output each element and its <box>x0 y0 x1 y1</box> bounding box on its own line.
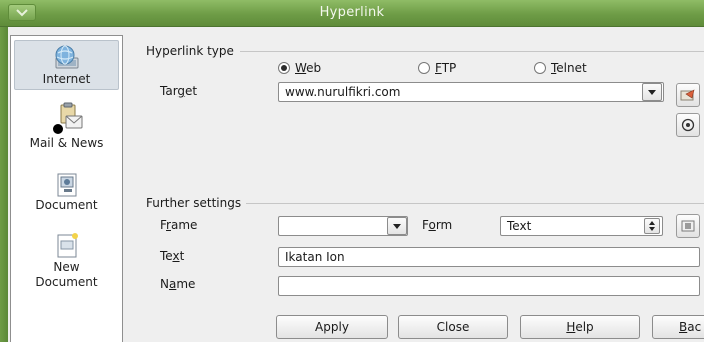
hyperlink-type-sidebar: Internet Mail & News Document New Docume… <box>10 35 123 342</box>
help-button[interactable]: Help <box>520 315 640 339</box>
document-target-icon <box>57 173 76 197</box>
name-input[interactable] <box>278 276 700 296</box>
target-dropdown-button[interactable] <box>642 83 662 101</box>
section-divider <box>246 203 704 204</box>
sidebar-item-document[interactable]: Document <box>14 172 119 220</box>
target-in-document-button[interactable] <box>676 113 700 137</box>
mail-clipboard-icon <box>52 102 82 134</box>
ftp-radio-label: FTP <box>435 61 457 75</box>
browse-web-icon <box>680 89 695 101</box>
hyperlink-type-section-label: Hyperlink type <box>146 44 234 58</box>
further-settings-section-label: Further settings <box>146 196 242 210</box>
text-input[interactable]: Ikatan Ion <box>278 247 700 267</box>
window-title: Hyperlink <box>319 5 385 20</box>
telnet-radio[interactable]: Telnet <box>534 61 587 75</box>
new-document-icon <box>57 233 78 258</box>
window-frame-left <box>0 27 8 342</box>
form-select[interactable]: Text <box>500 216 663 236</box>
sidebar-item-label: Mail & News <box>29 136 104 150</box>
sidebar-item-label: Internet <box>42 72 91 86</box>
web-radio-label: Web <box>295 61 322 75</box>
target-input[interactable]: www.nurulfikri.com <box>278 82 664 102</box>
sidebar-item-label: Document <box>35 275 98 289</box>
section-divider <box>240 51 704 52</box>
back-button[interactable]: Bac <box>652 315 704 339</box>
radio-indicator <box>418 62 430 74</box>
sidebar-item-internet[interactable]: Internet <box>14 40 119 90</box>
apply-button[interactable]: Apply <box>276 315 388 339</box>
sidebar-item-label: New <box>53 260 80 274</box>
frame-dropdown-button[interactable] <box>387 217 407 235</box>
text-label: Text <box>160 249 185 263</box>
frame-label: Frame <box>160 218 198 232</box>
globe-monitor-icon <box>55 45 78 69</box>
events-icon <box>681 220 695 232</box>
telnet-radio-label: Telnet <box>551 61 587 75</box>
sidebar-item-mail-news[interactable]: Mail & News <box>14 102 119 156</box>
close-button[interactable]: Close <box>398 315 508 339</box>
open-browser-button[interactable] <box>676 83 700 107</box>
sidebar-item-label: Document <box>35 198 98 212</box>
target-icon <box>681 118 695 132</box>
title-bar: Hyperlink <box>0 0 704 27</box>
target-label: Target <box>160 84 198 98</box>
web-radio[interactable]: Web <box>278 61 321 75</box>
radio-indicator <box>534 62 546 74</box>
sidebar-item-new-document[interactable]: New Document <box>14 232 119 294</box>
name-label: Name <box>160 277 196 291</box>
ftp-radio[interactable]: FTP <box>418 61 456 75</box>
form-spin-button[interactable] <box>644 218 660 234</box>
radio-indicator <box>278 62 290 74</box>
form-label: Form <box>422 218 453 232</box>
events-button[interactable] <box>676 214 700 238</box>
